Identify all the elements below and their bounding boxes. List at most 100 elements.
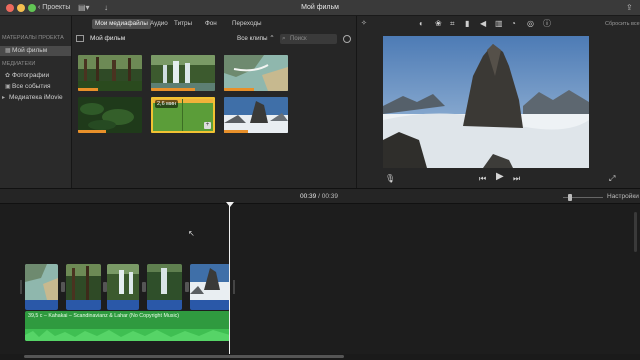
- tab-audio[interactable]: Аудио: [147, 19, 171, 29]
- clip-audio-bar: [25, 300, 58, 310]
- speed-icon[interactable]: ◔: [511, 19, 516, 29]
- clips-filter-dropdown[interactable]: Все клипы ⌃: [237, 34, 275, 44]
- equalizer-icon[interactable]: ▥: [495, 19, 503, 29]
- sidebar-item-label: Все события: [12, 83, 51, 90]
- clip-thumbnail-green-leaves[interactable]: [78, 97, 142, 133]
- share-icon[interactable]: ⇪: [626, 3, 633, 13]
- playhead[interactable]: [229, 204, 230, 356]
- timeline-clip-aerial[interactable]: [25, 264, 58, 310]
- media-browser: Мои медиафайлы Аудио Титры Фон Переходы …: [72, 16, 356, 188]
- crop-icon[interactable]: ⌗: [450, 19, 455, 29]
- mountain-thumbnail-image: [224, 97, 288, 133]
- tab-titles[interactable]: Титры: [171, 19, 195, 29]
- timeline-clip-waterfall-2[interactable]: [147, 264, 182, 310]
- search-field[interactable]: ⌕ Поиск: [280, 34, 337, 44]
- transition-marker[interactable]: [185, 282, 189, 292]
- clip-thumbnail-mountain[interactable]: [224, 97, 288, 133]
- clip-duration-badge: 2,6 мин: [155, 100, 179, 108]
- timeline-settings-button[interactable]: Настройки: [607, 192, 639, 202]
- clip-audio-bar: [190, 300, 230, 310]
- sidebar-section-project: МАТЕРИАЛЫ ПРОЕКТА: [2, 35, 64, 41]
- clip-thumbnail-aerial-coast[interactable]: [224, 55, 288, 91]
- timeline-clip-mountain[interactable]: [190, 264, 230, 310]
- timeline-right-handle[interactable]: [233, 280, 235, 294]
- total-time: 00:39: [321, 193, 338, 200]
- browser-settings-icon[interactable]: [343, 35, 351, 43]
- clip-thumbnail-forest[interactable]: [78, 55, 142, 91]
- used-marker: [151, 88, 195, 91]
- timeline-clip-waterfall[interactable]: [107, 264, 139, 310]
- zoom-slider-knob[interactable]: [568, 194, 572, 201]
- clip-thumbnail-selected[interactable]: 2,6 мин +: [151, 97, 215, 133]
- info-icon[interactable]: ⓘ: [543, 19, 551, 29]
- waterfall-clip-image: [147, 264, 182, 300]
- mountain-clip-image: [190, 264, 230, 300]
- browser-title: Мой фильм: [90, 35, 126, 42]
- volume-icon[interactable]: ◀: [480, 19, 486, 29]
- timeline-clip-forest[interactable]: [66, 264, 101, 310]
- music-clip-label: 39,5 с – Kahakai – Scandinavianz & Lahar…: [28, 313, 180, 319]
- used-marker: [224, 88, 254, 91]
- timecode: 00:39 / 00:39: [300, 192, 338, 202]
- clip-filter-icon[interactable]: ◎: [527, 19, 534, 29]
- add-to-timeline-icon[interactable]: +: [204, 122, 211, 129]
- title-bar: ‹ Проекты ▤▾ ↓ Мой фильм ⇪: [0, 0, 640, 16]
- tab-transitions[interactable]: Переходы: [229, 19, 265, 29]
- sidebar-item-photos[interactable]: ✿ Фотографии: [0, 71, 71, 81]
- used-marker: [78, 88, 98, 91]
- skip-forward-icon[interactable]: ⏭︎: [513, 174, 520, 184]
- microphone-icon[interactable]: 🎙︎: [385, 174, 395, 184]
- magic-wand-icon[interactable]: ✧: [361, 19, 367, 29]
- color-correction-icon[interactable]: ❀: [435, 19, 442, 29]
- tab-backgrounds[interactable]: Фон: [202, 19, 220, 29]
- search-placeholder: Поиск: [290, 36, 307, 42]
- tab-my-media[interactable]: Мои медиафайлы: [92, 19, 151, 29]
- forest-clip-image: [66, 264, 101, 300]
- leaves-thumbnail-image: [78, 97, 142, 133]
- sidebar-item-label: Мой фильм: [12, 47, 48, 54]
- events-icon: ▣: [5, 84, 11, 90]
- play-icon[interactable]: ▶: [496, 172, 504, 182]
- time-separator: /: [318, 193, 320, 200]
- current-time: 00:39: [300, 193, 317, 200]
- playhead-handle[interactable]: [226, 202, 234, 207]
- forest-thumbnail-image: [78, 55, 142, 91]
- film-icon: ▦: [5, 48, 11, 54]
- mouse-pointer-icon: ↖: [188, 229, 195, 238]
- timeline[interactable]: 39,5 с – Kahakai – Scandinavianz & Lahar…: [0, 204, 640, 360]
- search-icon: ⌕: [282, 35, 286, 42]
- timeline-horizontal-scrollbar[interactable]: [0, 354, 640, 360]
- reset-all-button[interactable]: Сбросить все: [605, 20, 640, 28]
- transition-marker[interactable]: [61, 282, 65, 292]
- timeline-left-handle[interactable]: [20, 280, 22, 294]
- video-preview[interactable]: [383, 36, 589, 168]
- browser-tabs: Мои медиафайлы Аудио Титры Фон Переходы: [72, 16, 356, 32]
- sidebar-item-all-events[interactable]: ▣Все события: [0, 82, 71, 92]
- transition-marker[interactable]: [142, 282, 146, 292]
- window-title: Мой фильм: [301, 4, 339, 11]
- sidebar-item-my-movie[interactable]: ▦Мой фильм: [0, 46, 71, 56]
- scrollbar-thumb[interactable]: [24, 355, 344, 358]
- used-marker: [78, 130, 106, 133]
- sidebar-section-libraries: МЕДИАТЕКИ: [2, 61, 36, 67]
- fullscreen-icon[interactable]: ⤢: [609, 174, 615, 184]
- clip-audio-bar: [66, 300, 101, 310]
- timeline-music-track[interactable]: 39,5 с – Kahakai – Scandinavianz & Lahar…: [25, 311, 230, 341]
- timeline-header: 00:39 / 00:39 Настройки: [0, 188, 640, 204]
- clip-thumbnail-waterfall[interactable]: [151, 55, 215, 91]
- library-sidebar: МАТЕРИАЛЫ ПРОЕКТА ▦Мой фильм МЕДИАТЕКИ ✿…: [0, 16, 72, 188]
- disclosure-triangle-icon[interactable]: ▸: [2, 93, 9, 103]
- viewer-panel: ✧ ◐ ❀ ⌗ ▮ ◀ ▥ ◔ ◎ ⓘ Сбросить все 🎙︎ ⏮︎ ▶…: [356, 16, 640, 188]
- stabilization-icon[interactable]: ▮: [465, 19, 469, 29]
- sidebar-item-imovie-library[interactable]: ▸ Медиатека iMovie: [0, 93, 71, 103]
- clip-audio-bar: [107, 300, 139, 310]
- browser-toolbar: Мой фильм Все клипы ⌃ ⌕ Поиск: [72, 32, 356, 46]
- mountain-preview-image: [383, 36, 589, 168]
- timeline-vertical-scrollbar[interactable]: [634, 212, 637, 252]
- photos-icon: ✿: [5, 73, 11, 79]
- skip-back-icon[interactable]: ⏮︎: [479, 174, 486, 184]
- used-marker: [224, 130, 248, 133]
- color-balance-icon[interactable]: ◐: [419, 19, 424, 29]
- sidebar-toggle-icon[interactable]: [76, 35, 84, 42]
- waterfall-clip-image: [107, 264, 139, 300]
